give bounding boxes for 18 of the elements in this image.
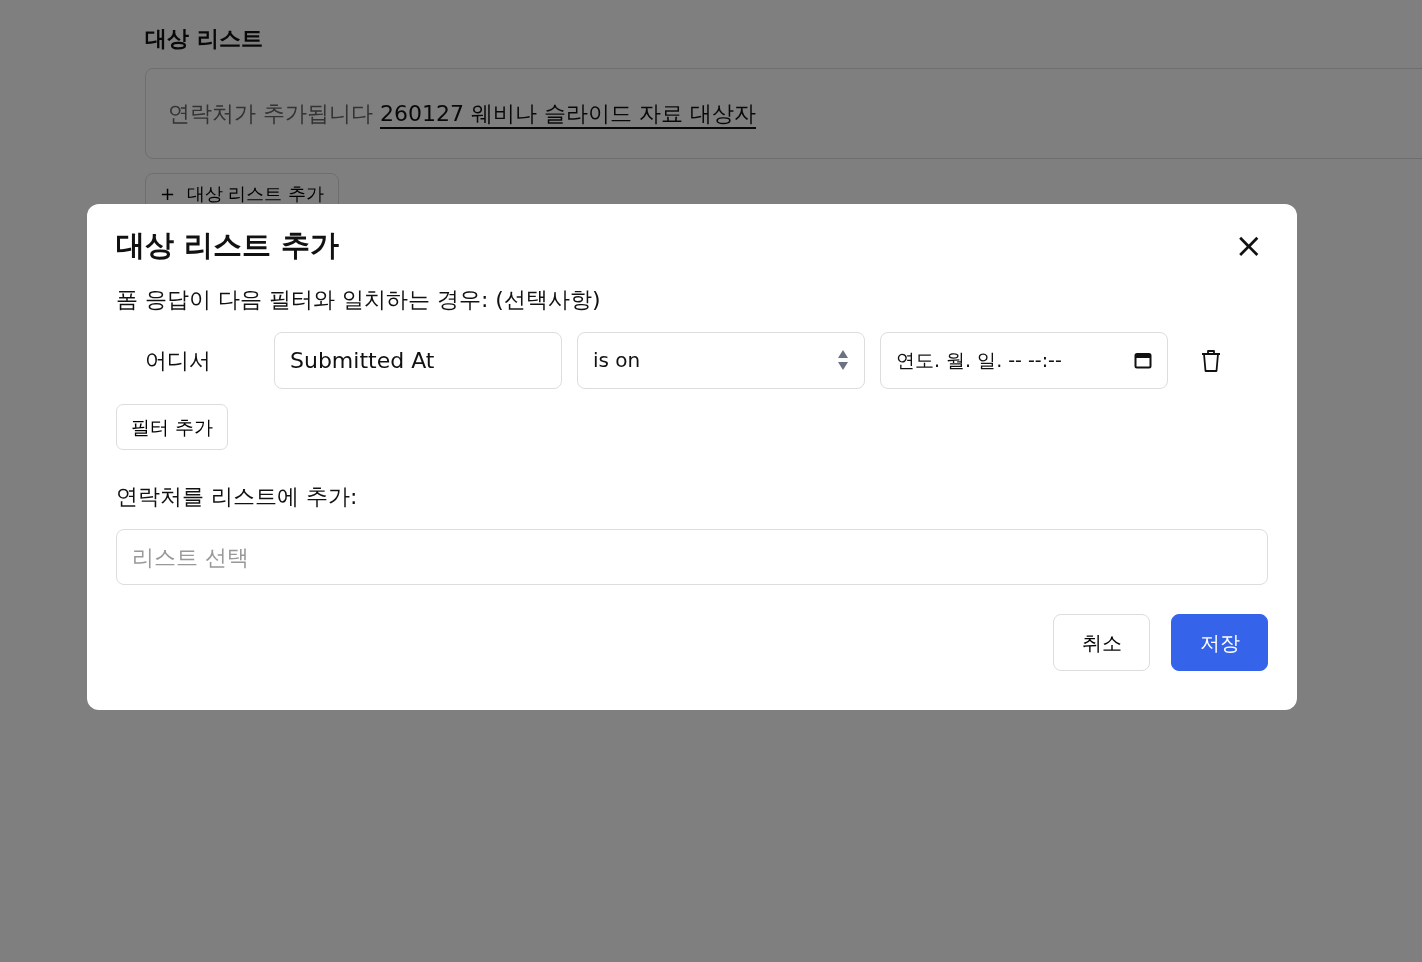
calendar-icon[interactable] — [1134, 351, 1152, 370]
save-button[interactable]: 저장 — [1171, 614, 1268, 672]
field-select[interactable]: Submitted At — [274, 331, 562, 389]
list-note: 연락처가 추가됩니다 — [168, 101, 373, 127]
list-select[interactable]: 리스트 선택 — [116, 529, 1268, 586]
operator-select[interactable]: is on — [577, 331, 865, 389]
filter-prefix: 어디서 — [144, 346, 212, 375]
list-heading: 연락처를 리스트에 추가: — [116, 483, 359, 512]
date-field[interactable]: 연도. 월. 일. -- --:-- — [880, 331, 1168, 389]
sort-arrows-icon — [837, 349, 849, 372]
trash-icon[interactable] — [1200, 348, 1222, 373]
filter-heading: 폼 응답이 다음 필터와 일치하는 경우: (선택사항) — [116, 285, 602, 314]
modal-title: 대상 리스트 추가 — [116, 228, 340, 263]
cancel-button[interactable]: 취소 — [1053, 614, 1150, 672]
close-button[interactable]: × — [1228, 228, 1269, 262]
section-title: 대상 리스트 — [145, 26, 264, 53]
list-link[interactable]: 260127 웨비나 슬라이드 자료 대상자 — [380, 101, 756, 127]
add-filter-button[interactable]: 필터 추가 — [116, 403, 229, 451]
